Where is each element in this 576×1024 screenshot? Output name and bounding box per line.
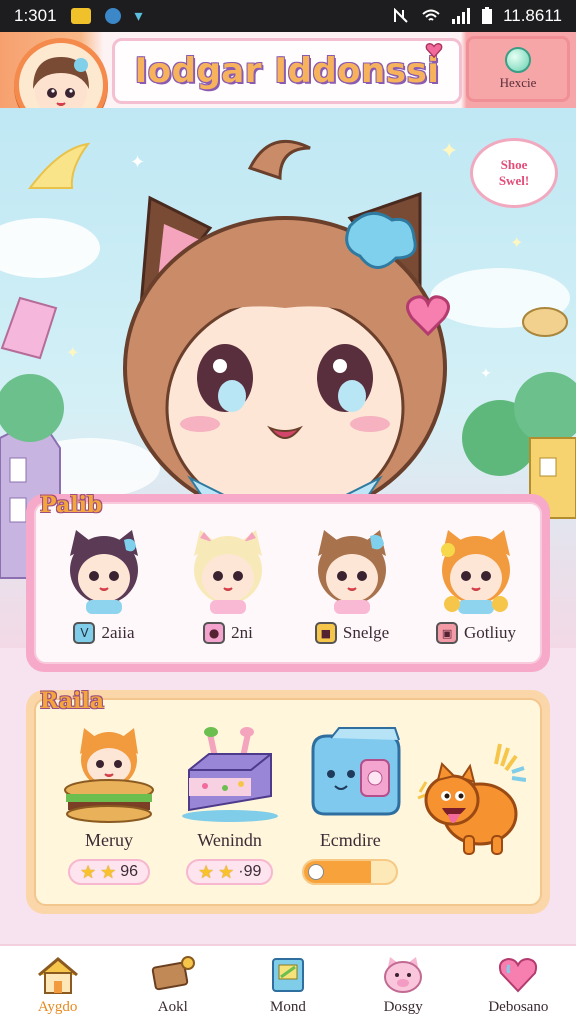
pal-portrait-icon [318,530,386,614]
pals-card-tag: Palib [40,492,103,518]
pal-slot[interactable]: ■ Snelge [296,520,408,660]
sign-icon [151,955,195,990]
item-name: Ecmdire [319,830,381,850]
app-notification-icon: ▾ [134,8,143,25]
item-slot[interactable]: Ecmdire [291,720,409,904]
item-name: Wenindn [197,830,262,850]
item-slot[interactable] [412,720,530,904]
pals-row: V 2aiia ● 2ni ■ Snelge ▣ Gotliuy [48,520,532,660]
pal-slot[interactable]: ▣ Gotliuy [420,520,532,660]
v-badge-icon: V [73,622,96,644]
star-icon: ★ [79,862,97,882]
status-bar: 1:301 ▾ 11.8611 [0,0,576,32]
pin-badge-icon: ● [203,622,226,644]
svg-text:✦: ✦ [66,343,79,362]
orange-dog-icon [417,743,526,855]
title-banner: Iodgar Iddonssi [112,38,462,104]
orb-icon [505,47,531,73]
header-action-button[interactable]: Hexcie [466,36,570,102]
pal-slot[interactable]: V 2aiia [48,520,160,660]
speech-line-1: Shoe [500,157,528,173]
pal-portrait-icon [70,530,138,614]
wifi-icon [422,9,440,21]
bottom-nav: Aygdo Aokl Mond Dosgy Debosano [0,944,576,1024]
status-clock: 11.8611 [503,6,562,25]
pal-name: Gotliuy [464,623,516,642]
nav-item-debosano[interactable]: Debosano [468,955,568,1016]
svg-text:✦: ✦ [510,233,523,252]
bluetooth-icon [104,8,121,24]
svg-text:✦: ✦ [440,139,458,164]
pal-name: Snelge [342,623,390,642]
items-row: Meruy ★ ★ 96 Wenindn ★ ★ ·99 Ecmdire [50,720,530,904]
nav-label: Dosgy [383,998,423,1015]
nav-label: Mond [270,998,306,1015]
pals-card: V 2aiia ● 2ni ■ Snelge ▣ Gotliuy Palib [26,492,550,672]
signal-icon [452,8,471,24]
app-title: Iodgar Iddonssi [134,51,440,91]
item-slot[interactable]: Wenindn ★ ★ ·99 [171,720,289,904]
nav-label: Debosano [488,998,549,1015]
items-card: Meruy ★ ★ 96 Wenindn ★ ★ ·99 Ecmdire Rai… [26,688,550,914]
burger-cat-icon [64,728,154,823]
items-card-tag: Raila [40,688,105,714]
nav-label: Aygdo [37,998,78,1015]
svg-text:✦: ✦ [480,366,492,382]
star-icon: ★ [197,862,215,882]
main-character [123,139,450,520]
speech-line-2: Swel! [498,173,530,188]
item-rating: ★ ★ ·99 [185,859,274,885]
pal-name: 2ni [231,623,253,642]
mute-icon [394,8,408,23]
chest-badge-icon: ▣ [436,622,459,644]
pal-portrait-icon [194,530,262,614]
nav-label: Aokl [157,998,188,1015]
box-badge-icon: ■ [314,622,337,644]
pal-slot[interactable]: ● 2ni [172,520,284,660]
nav-item-home[interactable]: Aygdo [8,955,108,1016]
rating-value: 96 [120,863,139,880]
nav-item-mond[interactable]: Mond [238,955,338,1016]
nav-item-dosgy[interactable]: Dosgy [353,955,453,1016]
star-icon: ★ [100,862,117,882]
nav-item-aokl[interactable]: Aokl [123,955,223,1016]
status-time: 1:301 [14,6,57,25]
speech-bubble: Shoe Swel! [470,138,558,208]
svg-text:✦: ✦ [130,152,145,173]
pig-face-icon [384,956,423,993]
item-name: Meruy [85,830,133,850]
notification-icon [70,8,91,24]
heart-icon [425,43,443,59]
pal-portrait-icon [441,530,510,614]
house-icon [37,956,78,994]
pal-name: 2aiia [101,623,135,642]
battery-icon [482,7,493,24]
rating-value: ·99 [238,863,262,880]
cake-icon [181,727,278,822]
star-icon: ★ [218,862,235,882]
book-icon [271,957,304,992]
blue-toaster-icon [311,727,401,816]
item-progress-bar [302,859,399,885]
item-slot[interactable]: Meruy ★ ★ 96 [50,720,168,904]
item-rating: ★ ★ 96 [67,859,151,885]
header-action-label: Hexcie [499,75,537,90]
heart-icon [499,957,538,992]
